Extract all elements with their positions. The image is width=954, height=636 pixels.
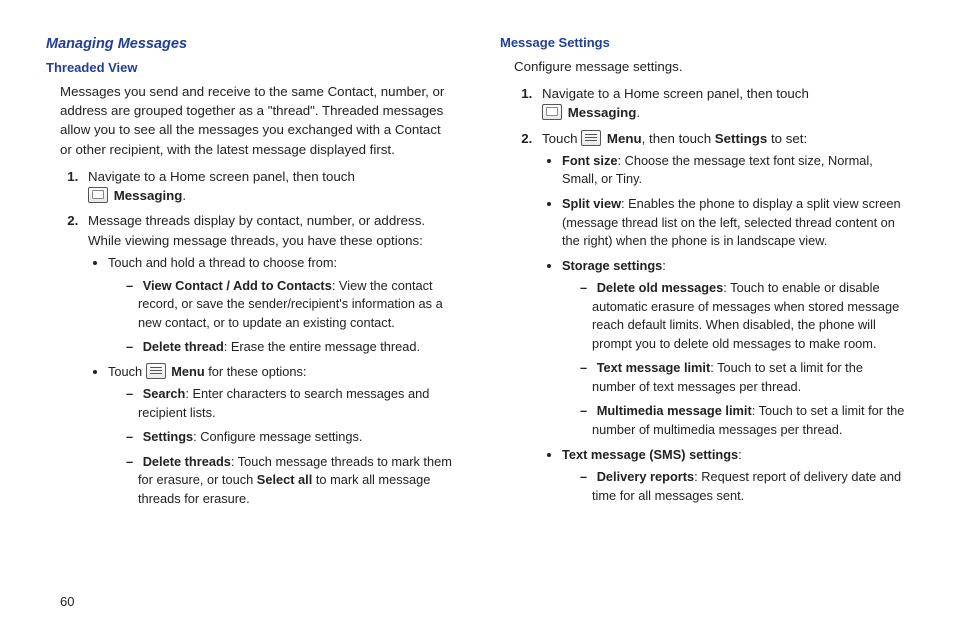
page-content: Managing Messages Threaded View Messages… (0, 0, 954, 515)
messaging-icon (88, 187, 108, 203)
opt-delivery-reports: Delivery reports: Request report of deli… (580, 468, 908, 505)
opt-search: Search: Enter characters to search messa… (126, 385, 454, 422)
section-title: Managing Messages (46, 34, 454, 55)
t-c: , then touch (642, 131, 715, 146)
label: Storage settings (562, 258, 662, 273)
opt-delete-old: Delete old messages: Touch to enable or … (580, 279, 908, 353)
text-a: Touch (108, 364, 146, 379)
options-bullets: Touch and hold a thread to choose from: … (88, 254, 454, 509)
menu-options: Search: Enter characters to search messa… (108, 385, 454, 508)
step2-line1: Message threads display by contact, numb… (88, 213, 425, 228)
desc: : Erase the entire message thread. (224, 339, 420, 354)
bullet-storage: Storage settings: Delete old messages: T… (562, 257, 908, 440)
page-number: 60 (60, 593, 74, 612)
menu-icon (581, 130, 601, 146)
left-column: Managing Messages Threaded View Messages… (46, 34, 454, 515)
bullet-split-view: Split view: Enables the phone to display… (562, 195, 908, 251)
menu-label: Menu (171, 364, 204, 379)
step-2: Message threads display by contact, numb… (82, 211, 454, 508)
right-column: Message Settings Configure message setti… (500, 34, 908, 515)
opt-delete-threads: Delete threads: Touch message threads to… (126, 453, 454, 509)
storage-options: Delete old messages: Touch to enable or … (562, 279, 908, 439)
opt-view-contact: View Contact / Add to Contacts: View the… (126, 277, 454, 333)
opt-text-limit: Text message limit: Touch to set a limit… (580, 359, 908, 396)
select-all: Select all (257, 472, 313, 487)
sub-heading-message-settings: Message Settings (500, 34, 908, 53)
label: Text message (SMS) settings (562, 447, 738, 462)
step2-line2: While viewing message threads, you have … (88, 233, 423, 248)
steps-list: Navigate to a Home screen panel, then to… (60, 167, 454, 509)
label: Delete thread (143, 339, 224, 354)
step-1: Navigate to a Home screen panel, then to… (536, 84, 908, 123)
opt-delete-thread: Delete thread: Erase the entire message … (126, 338, 454, 357)
intro-paragraph: Messages you send and receive to the sam… (60, 82, 454, 159)
settings-bullets: Font size: Choose the message text font … (542, 152, 908, 505)
messaging-label: Messaging (568, 105, 637, 120)
label: Settings (143, 429, 193, 444)
label: Delete old messages (597, 280, 724, 295)
sub-heading-threaded-view: Threaded View (46, 59, 454, 78)
label: Font size (562, 153, 617, 168)
bullet-touch-menu: Touch Menu for these options: Search: En… (108, 363, 454, 509)
colon: : (662, 258, 666, 273)
settings-label: Settings (715, 131, 767, 146)
t-a: Touch (542, 131, 581, 146)
menu-icon (146, 363, 166, 379)
label: Text message limit (597, 360, 711, 375)
messaging-icon (542, 104, 562, 120)
label: Search (143, 386, 186, 401)
label: Split view (562, 196, 621, 211)
label: Delivery reports (597, 469, 694, 484)
label: Delete threads (143, 454, 231, 469)
touch-hold-options: View Contact / Add to Contacts: View the… (108, 277, 454, 357)
step-text: Navigate to a Home screen panel, then to… (88, 169, 355, 184)
t-e: to set: (767, 131, 807, 146)
intro-paragraph: Configure message settings. (514, 57, 908, 76)
label: View Contact / Add to Contacts (143, 278, 332, 293)
colon: : (738, 447, 742, 462)
bullet-touch-hold: Touch and hold a thread to choose from: … (108, 254, 454, 357)
bullet-font-size: Font size: Choose the message text font … (562, 152, 908, 189)
period: . (636, 105, 640, 120)
desc: : Configure message settings. (193, 429, 362, 444)
steps-list: Navigate to a Home screen panel, then to… (514, 84, 908, 505)
step-2: Touch Menu, then touch Settings to set: … (536, 129, 908, 506)
opt-mms-limit: Multimedia message limit: Touch to set a… (580, 402, 908, 439)
sms-options: Delivery reports: Request report of deli… (562, 468, 908, 505)
label: Multimedia message limit (597, 403, 752, 418)
text-c: for these options: (205, 364, 307, 379)
opt-settings: Settings: Configure message settings. (126, 428, 454, 447)
step-text: Navigate to a Home screen panel, then to… (542, 86, 809, 101)
text: Touch and hold a thread to choose from: (108, 255, 337, 270)
menu-label: Menu (607, 131, 642, 146)
bullet-sms-settings: Text message (SMS) settings: Delivery re… (562, 446, 908, 506)
period: . (182, 188, 186, 203)
step-1: Navigate to a Home screen panel, then to… (82, 167, 454, 206)
messaging-label: Messaging (114, 188, 183, 203)
